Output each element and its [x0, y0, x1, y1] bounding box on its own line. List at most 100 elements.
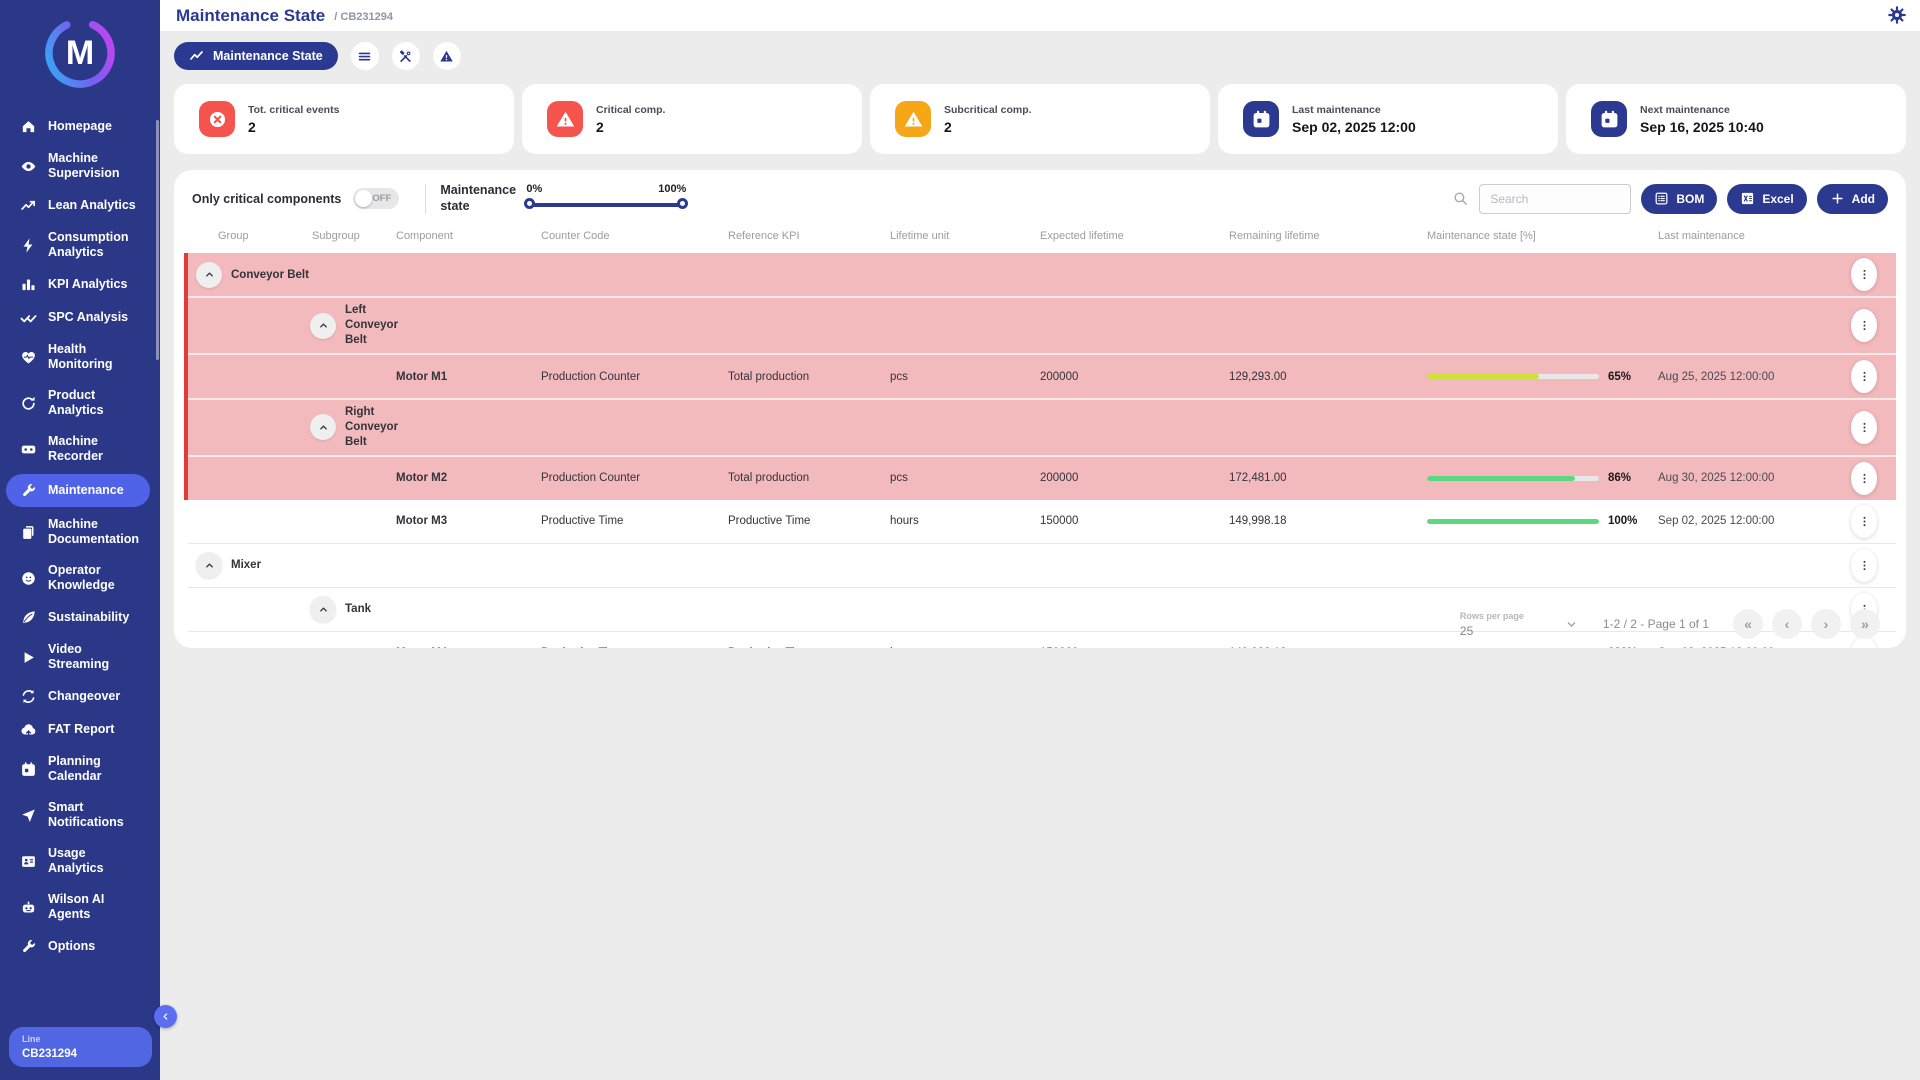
table-row-group-mixer: Mixer	[188, 544, 1896, 588]
collapse-chevron-button[interactable]	[196, 262, 222, 288]
row-menu-button[interactable]	[1851, 505, 1877, 538]
sidebar-item-label: KPI Analytics	[48, 277, 127, 292]
rows-per-page-control[interactable]: Rows per page 25	[1460, 611, 1579, 638]
breadcrumb: / CB231294	[334, 11, 393, 23]
sidebar-item-sustainability[interactable]: Sustainability	[0, 601, 152, 634]
sidebar-item-homepage[interactable]: Homepage	[0, 110, 152, 143]
search-input[interactable]	[1479, 184, 1631, 214]
send-icon	[20, 807, 37, 824]
alerts-button[interactable]	[433, 42, 461, 70]
sidebar-item-lean-analytics[interactable]: Lean Analytics	[0, 189, 152, 222]
sidebar-item-machine-documentation[interactable]: Machine Documentation	[0, 509, 152, 555]
reference-kpi-cell: Total production	[728, 366, 890, 388]
row-menu-button[interactable]	[1851, 462, 1877, 495]
calendar-icon	[1591, 101, 1627, 137]
row-menu-button[interactable]	[1851, 258, 1877, 291]
remaining-lifetime-cell: 172,481.00	[1229, 467, 1427, 489]
tools-icon	[398, 49, 413, 64]
view-toolbar: Maintenance State	[174, 42, 461, 70]
row-menu-button[interactable]	[1851, 549, 1877, 582]
subgroup-cell: Left Conveyor Belt	[300, 298, 396, 353]
bar-chart-icon	[20, 276, 37, 293]
kpi-card-label: Subcritical comp.	[944, 104, 1032, 116]
kpi-card-label: Critical comp.	[596, 104, 665, 116]
sidebar-item-spc-analysis[interactable]: SPC Analysis	[0, 301, 152, 334]
sidebar-item-operator-knowledge[interactable]: Operator Knowledge	[0, 555, 152, 601]
prev-page-button[interactable]: ‹	[1772, 609, 1802, 639]
sidebar-item-machine-recorder[interactable]: Machine Recorder	[0, 426, 152, 472]
collapse-chevron-button[interactable]	[310, 414, 336, 440]
component-cell	[396, 422, 541, 432]
last-maintenance-cell	[1658, 270, 1842, 280]
next-page-button[interactable]: ›	[1811, 609, 1841, 639]
state-progress-bar	[1427, 476, 1599, 481]
row-menu-button[interactable]	[1851, 411, 1877, 444]
last-page-button[interactable]: »	[1850, 609, 1880, 639]
sidebar-item-planning-calendar[interactable]: Planning Calendar	[0, 746, 152, 792]
bom-button[interactable]: BOM	[1641, 184, 1717, 214]
sidebar-collapse-button[interactable]	[154, 1005, 177, 1028]
last-maintenance-cell	[1658, 560, 1842, 570]
collapse-chevron-button[interactable]	[310, 313, 336, 339]
settings-gear-icon[interactable]	[1887, 5, 1907, 25]
sidebar-item-label: SPC Analysis	[48, 310, 128, 325]
kpi-cards-row: Tot. critical events2Critical comp.2Subc…	[174, 84, 1906, 154]
first-page-button[interactable]: «	[1733, 609, 1763, 639]
sidebar-item-product-analytics[interactable]: Product Analytics	[0, 380, 152, 426]
sidebar-scrollbar[interactable]	[156, 120, 159, 360]
sidebar-item-kpi-analytics[interactable]: KPI Analytics	[0, 268, 152, 301]
counter-code-cell: Productive Time	[541, 510, 728, 532]
search-icon	[1452, 190, 1469, 207]
expected-lifetime-cell	[1040, 560, 1229, 570]
sidebar-item-usage-analytics[interactable]: Usage Analytics	[0, 838, 152, 884]
excel-export-button[interactable]: Excel	[1727, 184, 1806, 214]
counter-code-cell: Production Counter	[541, 366, 728, 388]
table-row-subgroup-right-conveyor-belt: Right Conveyor Belt	[188, 400, 1896, 457]
sidebar-item-label: Planning Calendar	[48, 754, 144, 784]
last-maintenance-cell	[1658, 422, 1842, 432]
table-row-motor-m3: Motor M3Productive TimeProductive Timeho…	[188, 500, 1896, 544]
slider-handle-max[interactable]	[677, 198, 688, 209]
maintenance-state-cell: 86%	[1427, 467, 1658, 489]
kpi-card-text: Tot. critical events2	[248, 104, 339, 135]
collapse-chevron-button[interactable]	[196, 552, 222, 578]
row-menu-button[interactable]	[1851, 309, 1877, 342]
expected-lifetime-cell: 150000	[1040, 642, 1229, 648]
sidebar-item-health-monitoring[interactable]: Health Monitoring	[0, 334, 152, 380]
sidebar-item-consumption-analytics[interactable]: Consumption Analytics	[0, 222, 152, 268]
add-button[interactable]: Add	[1817, 184, 1888, 214]
sidebar-item-label: Consumption Analytics	[48, 230, 144, 260]
expected-lifetime-cell: 200000	[1040, 467, 1229, 489]
last-maintenance-cell: Aug 30, 2025 12:00:00	[1658, 467, 1842, 489]
subgroup-cell	[300, 516, 396, 526]
sidebar-item-label: Wilson AI Agents	[48, 892, 144, 922]
component-cell: Motor M1	[396, 366, 541, 388]
counter-code-cell	[541, 270, 728, 280]
collapse-chevron-button[interactable]	[310, 596, 336, 622]
sidebar-item-fat-report[interactable]: FAT Report	[0, 713, 152, 746]
expected-lifetime-cell	[1040, 604, 1229, 614]
play-icon	[20, 649, 37, 666]
sidebar-item-wilson-ai-agents[interactable]: Wilson AI Agents	[0, 884, 152, 930]
tab-maintenance-state[interactable]: Maintenance State	[174, 42, 338, 70]
critical-components-toggle[interactable]: OFF	[353, 188, 399, 209]
components-table: GroupSubgroupComponentCounter CodeRefere…	[174, 216, 1906, 648]
menu-list-button[interactable]	[351, 42, 379, 70]
sidebar-item-options[interactable]: Options	[0, 930, 152, 963]
line-badge[interactable]: Line CB231294	[9, 1027, 152, 1067]
plus-icon	[1830, 191, 1845, 206]
reference-kpi-cell	[728, 422, 890, 432]
state-percent-label: 100%	[1608, 647, 1637, 648]
sidebar-item-changeover[interactable]: Changeover	[0, 680, 152, 713]
row-actions-cell	[1842, 406, 1888, 449]
sidebar-item-machine-supervision[interactable]: Machine Supervision	[0, 143, 152, 189]
tools-button[interactable]	[392, 42, 420, 70]
row-menu-button[interactable]	[1851, 360, 1877, 393]
sidebar-item-maintenance[interactable]: Maintenance	[6, 474, 150, 507]
sidebar-item-label: Product Analytics	[48, 388, 144, 418]
sidebar-item-video-streaming[interactable]: Video Streaming	[0, 634, 152, 680]
chevron-down-icon[interactable]	[1564, 617, 1579, 632]
sidebar-item-smart-notifications[interactable]: Smart Notifications	[0, 792, 152, 838]
slider-handle-min[interactable]	[524, 198, 535, 209]
top-bar: Maintenance State / CB231294	[160, 0, 1920, 31]
